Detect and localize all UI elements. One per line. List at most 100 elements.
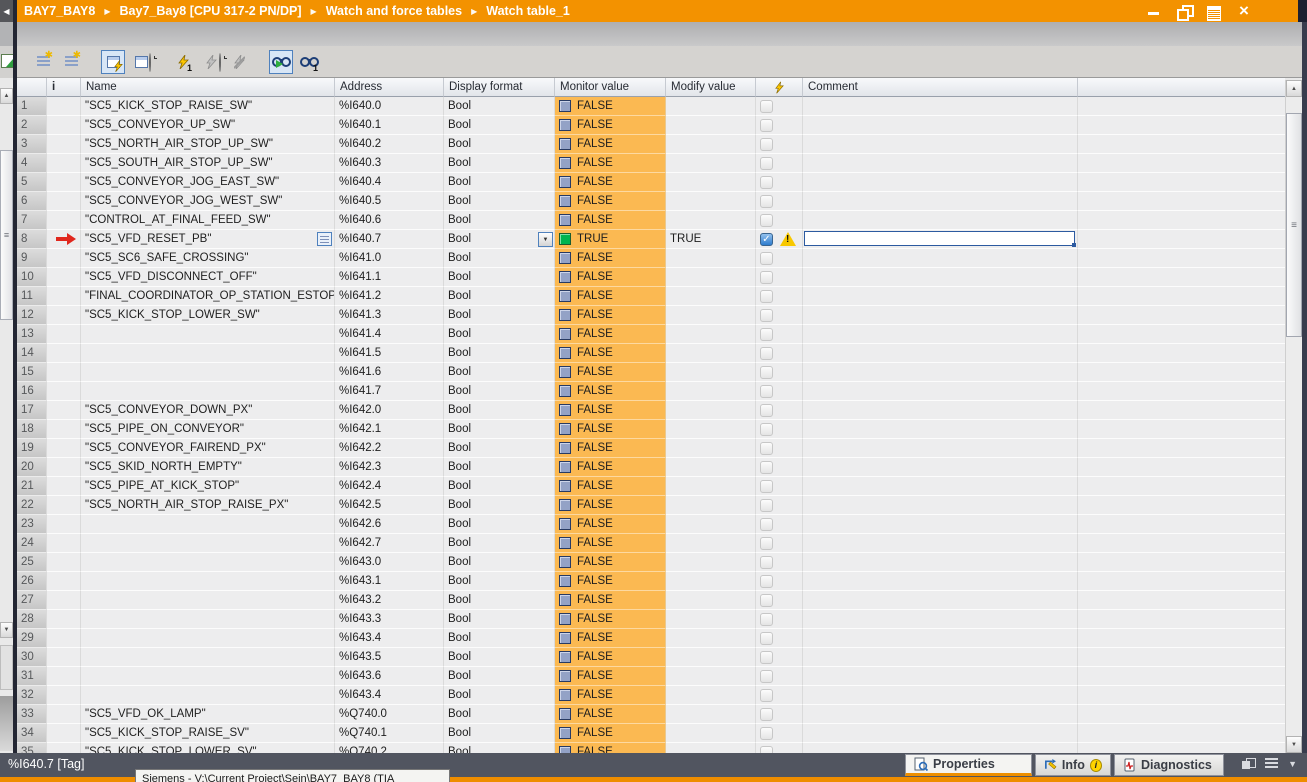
display-format-cell[interactable]: Bool [444, 591, 555, 610]
table-row[interactable]: 13 %I641.4 Bool FALSE [17, 325, 1285, 344]
modify-enable-checkbox[interactable] [760, 689, 773, 702]
address-cell[interactable]: %I641.2 [335, 287, 444, 306]
modify-value-cell[interactable] [666, 116, 756, 135]
header-name[interactable]: Name [81, 78, 335, 97]
modify-value-cell[interactable] [666, 458, 756, 477]
breadcrumb-watch-table[interactable]: Watch table_1 [486, 4, 570, 18]
header-modify-trigger[interactable] [756, 78, 803, 97]
tag-name-cell[interactable]: "SC5_SOUTH_AIR_STOP_UP_SW" [81, 154, 335, 173]
modify-value-cell[interactable] [666, 439, 756, 458]
modify-enable-checkbox[interactable] [760, 309, 773, 322]
comment-cell[interactable] [803, 553, 1078, 572]
tag-name-cell[interactable] [81, 344, 335, 363]
scrollbar-thumb[interactable]: ≡ [1286, 113, 1302, 337]
table-row[interactable]: 7 "CONTROL_AT_FINAL_FEED_SW" %I640.6 Boo… [17, 211, 1285, 230]
modify-value-cell[interactable] [666, 591, 756, 610]
modify-enable-checkbox[interactable] [760, 385, 773, 398]
tag-name-cell[interactable]: "SC5_VFD_RESET_PB" [81, 230, 335, 249]
modify-value-cell[interactable] [666, 363, 756, 382]
address-cell[interactable]: %I642.5 [335, 496, 444, 515]
table-row[interactable]: 30 %I643.5 Bool FALSE [17, 648, 1285, 667]
tag-name-cell[interactable]: "SC5_SC6_SAFE_CROSSING" [81, 249, 335, 268]
address-cell[interactable]: %I643.4 [335, 629, 444, 648]
modify-value-cell[interactable] [666, 249, 756, 268]
modify-enable-checkbox[interactable] [760, 537, 773, 550]
address-cell[interactable]: %I641.0 [335, 249, 444, 268]
address-cell[interactable]: %I643.3 [335, 610, 444, 629]
address-cell[interactable]: %I640.1 [335, 116, 444, 135]
modify-value-cell[interactable] [666, 534, 756, 553]
table-row[interactable]: 35 "SC5_KICK_STOP_LOWER_SV" %Q740.2 Bool… [17, 743, 1285, 753]
modify-enable-checkbox[interactable] [760, 290, 773, 303]
address-cell[interactable]: %I643.1 [335, 572, 444, 591]
address-cell[interactable]: %I640.6 [335, 211, 444, 230]
display-format-cell[interactable]: Bool [444, 325, 555, 344]
table-row[interactable]: 21 "SC5_PIPE_AT_KICK_STOP" %I642.4 Bool … [17, 477, 1285, 496]
modify-enable-checkbox[interactable] [760, 252, 773, 265]
table-row[interactable]: 27 %I643.2 Bool FALSE [17, 591, 1285, 610]
table-row[interactable]: 32 %I643.4 Bool FALSE [17, 686, 1285, 705]
tag-name-cell[interactable] [81, 648, 335, 667]
breadcrumb-project[interactable]: BAY7_BAY8 [24, 4, 95, 18]
comment-cell[interactable] [803, 534, 1078, 553]
left-scroll-up-button[interactable]: ▲ [0, 88, 13, 104]
tab-diagnostics[interactable]: Diagnostics [1114, 754, 1224, 776]
tag-name-cell[interactable] [81, 382, 335, 401]
modify-value-cell[interactable] [666, 287, 756, 306]
address-cell[interactable]: %I642.3 [335, 458, 444, 477]
display-format-cell[interactable]: Bool [444, 534, 555, 553]
comment-cell[interactable] [803, 705, 1078, 724]
comment-cell[interactable] [803, 287, 1078, 306]
modify-once-button[interactable]: 1 [171, 50, 195, 74]
modify-enable-checkbox[interactable] [760, 366, 773, 379]
modify-enable-checkbox[interactable] [760, 176, 773, 189]
modify-enable-checkbox[interactable] [760, 138, 773, 151]
comment-cell[interactable] [803, 230, 1078, 249]
address-cell[interactable]: %I640.3 [335, 154, 444, 173]
minimize-button[interactable] [1146, 4, 1162, 18]
panel-menu-icon[interactable] [1265, 758, 1278, 770]
modify-enable-checkbox[interactable] [760, 271, 773, 284]
tag-name-cell[interactable]: "SC5_NORTH_AIR_STOP_UP_SW" [81, 135, 335, 154]
comment-cell[interactable] [803, 724, 1078, 743]
display-format-cell[interactable]: Bool [444, 515, 555, 534]
tag-name-cell[interactable] [81, 629, 335, 648]
modify-enable-checkbox[interactable] [760, 347, 773, 360]
tag-name-cell[interactable]: "SC5_VFD_OK_LAMP" [81, 705, 335, 724]
tag-name-cell[interactable]: "SC5_SKID_NORTH_EMPTY" [81, 458, 335, 477]
enable-peripheral-outputs-button[interactable] [227, 50, 251, 74]
address-cell[interactable]: %I643.5 [335, 648, 444, 667]
modify-value-cell[interactable] [666, 648, 756, 667]
address-cell[interactable]: %I643.2 [335, 591, 444, 610]
modify-value-cell[interactable] [666, 135, 756, 154]
modify-enable-checkbox[interactable] [760, 556, 773, 569]
table-row[interactable]: 6 "SC5_CONVEYOR_JOG_WEST_SW" %I640.5 Boo… [17, 192, 1285, 211]
address-cell[interactable]: %I643.0 [335, 553, 444, 572]
modify-value-cell[interactable] [666, 515, 756, 534]
monitor-all-button[interactable] [101, 50, 125, 74]
address-cell[interactable]: %I641.1 [335, 268, 444, 287]
tag-name-cell[interactable]: "CONTROL_AT_FINAL_FEED_SW" [81, 211, 335, 230]
comment-cell[interactable] [803, 458, 1078, 477]
scrollbar-up-button[interactable]: ▲ [1286, 80, 1302, 97]
table-row[interactable]: 12 "SC5_KICK_STOP_LOWER_SW" %I641.3 Bool… [17, 306, 1285, 325]
table-row[interactable]: 15 %I641.6 Bool FALSE [17, 363, 1285, 382]
add-row-button[interactable]: ✱ [59, 50, 83, 74]
input-resize-handle[interactable] [1072, 243, 1076, 247]
address-cell[interactable]: %Q740.1 [335, 724, 444, 743]
modify-value-cell[interactable]: TRUE [666, 230, 756, 249]
display-format-cell[interactable]: Bool [444, 401, 555, 420]
display-format-cell[interactable]: Bool [444, 496, 555, 515]
display-format-cell[interactable]: Bool [444, 458, 555, 477]
comment-cell[interactable] [803, 667, 1078, 686]
table-row[interactable]: 25 %I643.0 Bool FALSE [17, 553, 1285, 572]
comment-cell[interactable] [803, 686, 1078, 705]
header-monitor-value[interactable]: Monitor value [555, 78, 666, 97]
modify-value-cell[interactable] [666, 306, 756, 325]
display-format-cell[interactable]: Bool [444, 686, 555, 705]
address-cell[interactable]: %I643.4 [335, 686, 444, 705]
comment-cell[interactable] [803, 743, 1078, 753]
float-panel-icon[interactable] [1242, 758, 1255, 770]
tag-detail-button[interactable] [317, 232, 332, 246]
table-row[interactable]: 5 "SC5_CONVEYOR_JOG_EAST_SW" %I640.4 Boo… [17, 173, 1285, 192]
